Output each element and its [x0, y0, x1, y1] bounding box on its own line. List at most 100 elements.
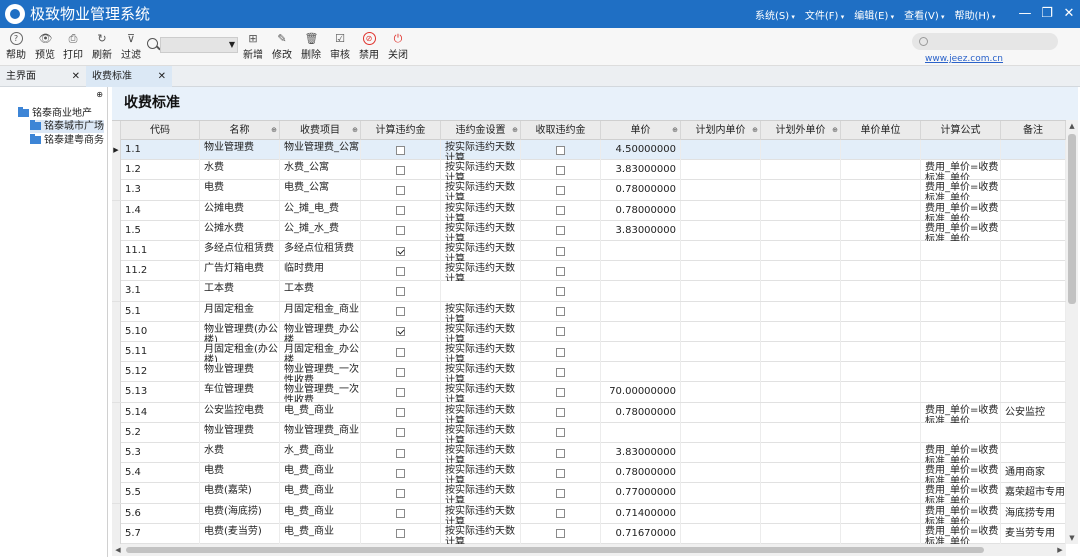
- cell-penalty-setting[interactable]: 按实际违约天数计算: [441, 140, 521, 160]
- cell-price[interactable]: 0.78000000: [601, 402, 681, 423]
- scroll-left-icon[interactable]: ◀: [112, 544, 124, 556]
- cell-empty[interactable]: [761, 200, 841, 221]
- cell-empty[interactable]: [761, 140, 841, 160]
- table-row[interactable]: 5.6 电费(海底捞) 电_费_商业 按实际违约天数计算 0.71400000 费用_单价…: [112, 503, 1066, 524]
- checkbox-cell[interactable]: [521, 301, 601, 322]
- checkbox-cell[interactable]: [521, 402, 601, 423]
- cell-penalty-setting[interactable]: 按实际违约天数计算: [441, 160, 521, 181]
- checkbox[interactable]: [556, 185, 565, 195]
- cell-empty[interactable]: [681, 463, 761, 484]
- scroll-right-icon[interactable]: ▶: [1054, 544, 1066, 556]
- cell-empty[interactable]: [841, 321, 921, 342]
- column-pin-icon[interactable]: ⊕: [832, 121, 838, 140]
- cell-price[interactable]: 0.77000000: [601, 483, 681, 504]
- checkbox[interactable]: [556, 509, 565, 519]
- column-header[interactable]: 违约金设置 ⊕: [441, 121, 521, 140]
- cell-price[interactable]: [601, 362, 681, 383]
- checkbox-cell[interactable]: [521, 261, 601, 282]
- cell-penalty-setting[interactable]: 按实际违约天数计算: [441, 220, 521, 241]
- cell-item[interactable]: 电_费_商业: [280, 483, 361, 504]
- column-pin-icon[interactable]: ⊕: [672, 121, 678, 140]
- cell-penalty-setting[interactable]: 按实际违约天数计算: [441, 200, 521, 221]
- cell-item[interactable]: 工本费: [280, 281, 361, 302]
- cell-empty[interactable]: [761, 281, 841, 302]
- cell-name[interactable]: 电费(麦当劳): [200, 523, 280, 544]
- cell-price[interactable]: 0.78000000: [601, 463, 681, 484]
- checkbox[interactable]: [556, 529, 565, 539]
- close-tab-icon[interactable]: ✕: [158, 66, 166, 87]
- cell-empty[interactable]: [841, 463, 921, 484]
- cell-empty[interactable]: [681, 180, 761, 201]
- table-row[interactable]: 5.7 电费(麦当劳) 电_费_商业 按实际违约天数计算 0.71670000 费用_单价…: [112, 523, 1066, 544]
- cell-empty[interactable]: [841, 220, 921, 241]
- table-row[interactable]: 1.4 公摊电费 公_摊_电_费 按实际违约天数计算 0.78000000 费用_单价=收…: [112, 200, 1066, 221]
- cell-penalty-setting[interactable]: 按实际违约天数计算: [441, 342, 521, 362]
- table-row[interactable]: 1.3 电费 电费_公寓 按实际违约天数计算 0.78000000 费用_单价=收费标准_…: [112, 180, 1066, 201]
- cell-formula[interactable]: 费用_单价=收费标准_单价: [921, 483, 1001, 504]
- cell-name[interactable]: 电费: [200, 180, 280, 201]
- cell-empty[interactable]: [681, 140, 761, 160]
- cell-empty[interactable]: [761, 261, 841, 282]
- checkbox-cell[interactable]: [361, 362, 441, 383]
- cell-code[interactable]: 1.5: [121, 220, 200, 241]
- column-pin-icon[interactable]: ⊕: [752, 121, 758, 140]
- cell-item[interactable]: 电_费_商业: [280, 402, 361, 423]
- cell-penalty-setting[interactable]: 按实际违约天数计算: [441, 443, 521, 463]
- cell-code[interactable]: 1.1: [121, 140, 200, 160]
- checkbox-cell[interactable]: [521, 220, 601, 241]
- cell-name[interactable]: 工本费: [200, 281, 280, 302]
- checkbox-cell[interactable]: [521, 422, 601, 443]
- cell-code[interactable]: 5.3: [121, 443, 200, 463]
- checkbox[interactable]: [396, 367, 405, 377]
- checkbox[interactable]: [556, 468, 565, 478]
- checkbox[interactable]: [556, 428, 565, 438]
- column-header[interactable]: 计划外单价 ⊕: [761, 121, 841, 140]
- cell-price[interactable]: [601, 301, 681, 322]
- cell-penalty-setting[interactable]: 按实际违约天数计算: [441, 301, 521, 322]
- search-icon[interactable]: [147, 38, 158, 49]
- checkbox-cell[interactable]: [521, 483, 601, 504]
- checkbox[interactable]: [556, 448, 565, 458]
- checkbox[interactable]: [556, 206, 565, 216]
- cell-empty[interactable]: [761, 503, 841, 524]
- checkbox[interactable]: [556, 387, 565, 397]
- checkbox[interactable]: [396, 468, 405, 478]
- cell-item[interactable]: 物业管理费_商业: [280, 422, 361, 443]
- dropdown-arrow-icon[interactable]: ▼: [229, 38, 235, 52]
- cell-empty[interactable]: [681, 382, 761, 403]
- checkbox[interactable]: [556, 246, 565, 256]
- filter-button[interactable]: ⊽ 过滤: [117, 32, 145, 61]
- checkbox[interactable]: [396, 307, 405, 317]
- cell-price[interactable]: 4.50000000: [601, 140, 681, 160]
- column-pin-icon[interactable]: ⊕: [271, 121, 277, 140]
- checkbox[interactable]: [396, 226, 405, 236]
- cell-empty[interactable]: [761, 382, 841, 403]
- cell-item[interactable]: 物业管理费_公寓: [280, 140, 361, 160]
- cell-empty[interactable]: [761, 523, 841, 544]
- pin-icon[interactable]: ⊕: [96, 90, 103, 99]
- cell-empty[interactable]: [841, 281, 921, 302]
- checkbox-cell[interactable]: [361, 160, 441, 181]
- cell-penalty-setting[interactable]: 按实际违约天数计算: [441, 261, 521, 282]
- add-button[interactable]: ⊞ 新增: [239, 32, 267, 61]
- minimize-icon[interactable]: —: [1014, 0, 1036, 28]
- preview-button[interactable]: 👁 预览: [31, 32, 59, 61]
- column-header[interactable]: 备注: [1001, 121, 1066, 140]
- cell-empty[interactable]: [841, 443, 921, 463]
- cell-item[interactable]: 电_费_商业: [280, 463, 361, 484]
- cell-empty[interactable]: [761, 443, 841, 463]
- cell-empty[interactable]: [841, 140, 921, 160]
- checkbox-cell[interactable]: [521, 160, 601, 181]
- cell-formula[interactable]: 费用_单价=收费标准_单价: [921, 523, 1001, 544]
- checkbox[interactable]: [556, 226, 565, 236]
- cell-empty[interactable]: [681, 261, 761, 282]
- column-header[interactable]: 单价单位: [841, 121, 921, 140]
- cell-penalty-setting[interactable]: 按实际违约天数计算: [441, 463, 521, 484]
- horizontal-scrollbar[interactable]: ◀ ▶: [112, 544, 1066, 556]
- cell-empty[interactable]: [761, 220, 841, 241]
- cell-code[interactable]: 5.10: [121, 321, 200, 342]
- cell-code[interactable]: 5.6: [121, 503, 200, 524]
- checkbox[interactable]: [396, 185, 405, 195]
- cell-note[interactable]: [1001, 382, 1066, 403]
- cell-empty[interactable]: [761, 342, 841, 362]
